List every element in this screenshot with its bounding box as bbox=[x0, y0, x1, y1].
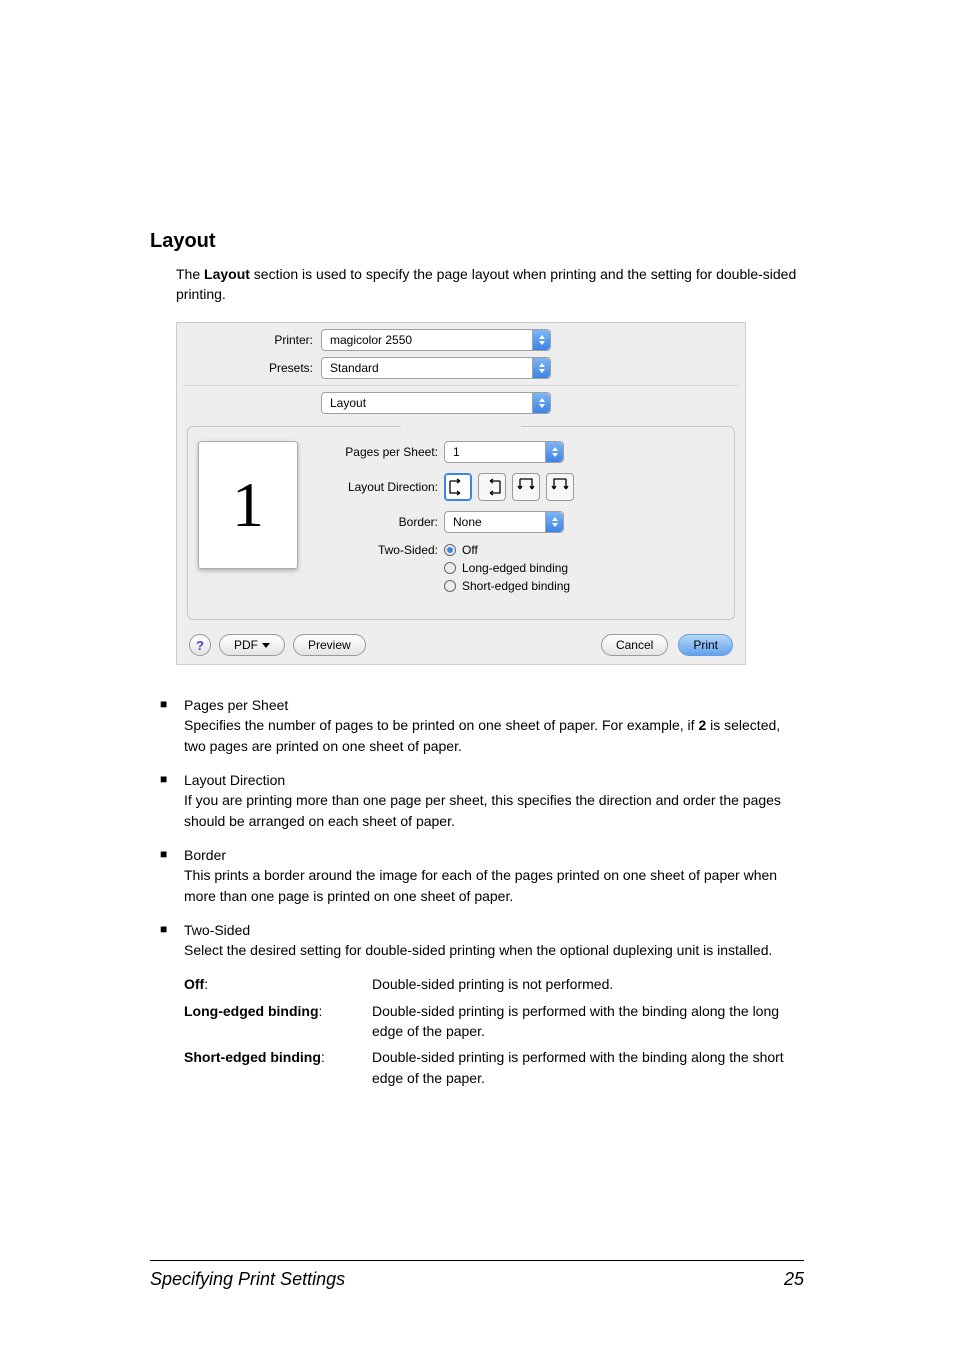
option-row-short: Short-edged binding: Double-sided printi… bbox=[184, 1047, 804, 1088]
bullet-layout-direction: Layout Direction If you are printing mor… bbox=[160, 770, 804, 831]
intro-paragraph: The Layout section is used to specify th… bbox=[176, 265, 804, 304]
bullet-pages-per-sheet: Pages per Sheet Specifies the number of … bbox=[160, 695, 804, 756]
cancel-button[interactable]: Cancel bbox=[601, 634, 668, 656]
option-key-suffix: : bbox=[204, 976, 208, 992]
document-page: Layout The Layout section is used to spe… bbox=[0, 0, 954, 1350]
bullet-title: Border bbox=[184, 845, 804, 865]
option-row-long: Long-edged binding: Double-sided printin… bbox=[184, 1001, 804, 1042]
chevron-updown-icon bbox=[532, 330, 550, 350]
border-select[interactable]: None bbox=[444, 511, 564, 533]
option-key: Short-edged binding bbox=[184, 1049, 321, 1065]
bullet-border: Border This prints a border around the i… bbox=[160, 845, 804, 906]
option-key: Long-edged binding bbox=[184, 1003, 319, 1019]
pdf-dropdown-button[interactable]: PDF bbox=[219, 634, 285, 656]
intro-pre: The bbox=[176, 266, 204, 282]
radio-unselected-icon bbox=[444, 562, 456, 574]
chevron-down-icon bbox=[262, 643, 270, 648]
option-row-off: Off: Double-sided printing is not perfor… bbox=[184, 974, 804, 994]
print-dialog: Printer: magicolor 2550 Presets: Standar… bbox=[176, 322, 746, 665]
preview-button[interactable]: Preview bbox=[293, 634, 366, 656]
presets-select[interactable]: Standard bbox=[321, 357, 551, 379]
bullet-body: If you are printing more than one page p… bbox=[184, 790, 804, 831]
option-value: Double-sided printing is performed with … bbox=[372, 1001, 804, 1042]
presets-select-value: Standard bbox=[330, 361, 379, 375]
radio-unselected-icon bbox=[444, 580, 456, 592]
bullet-title: Layout Direction bbox=[184, 770, 804, 790]
two-sided-long-label: Long-edged binding bbox=[462, 561, 568, 575]
footer-title: Specifying Print Settings bbox=[150, 1269, 345, 1290]
two-sided-short-label: Short-edged binding bbox=[462, 579, 570, 593]
two-sided-short-radio[interactable]: Short-edged binding bbox=[444, 579, 570, 593]
feature-bullet-list: Pages per Sheet Specifies the number of … bbox=[160, 695, 804, 960]
section-select-value: Layout bbox=[330, 396, 366, 410]
bullet-body: Select the desired setting for double-si… bbox=[184, 940, 804, 960]
option-key-suffix: : bbox=[319, 1003, 323, 1019]
intro-bold: Layout bbox=[204, 266, 250, 282]
two-sided-label: Two-Sided: bbox=[308, 543, 438, 557]
two-sided-radiogroup: Off Long-edged binding Short-edged bindi… bbox=[444, 543, 570, 593]
printer-select[interactable]: magicolor 2550 bbox=[321, 329, 551, 351]
help-button[interactable]: ? bbox=[189, 634, 211, 656]
chevron-updown-icon bbox=[545, 512, 563, 532]
two-sided-options-table: Off: Double-sided printing is not perfor… bbox=[184, 974, 804, 1087]
option-value: Double-sided printing is not performed. bbox=[372, 974, 804, 994]
page-preview-number: 1 bbox=[232, 468, 264, 542]
intro-post: section is used to specify the page layo… bbox=[176, 266, 796, 302]
border-select-value: None bbox=[453, 515, 482, 529]
layout-direction-tb-rl-icon[interactable] bbox=[546, 473, 574, 501]
presets-label: Presets: bbox=[183, 361, 313, 375]
pages-per-sheet-value: 1 bbox=[453, 445, 460, 459]
chevron-updown-icon bbox=[532, 393, 550, 413]
border-label: Border: bbox=[308, 515, 438, 529]
bullet-body: This prints a border around the image fo… bbox=[184, 865, 804, 906]
page-preview: 1 bbox=[198, 441, 298, 569]
bullet-title: Pages per Sheet bbox=[184, 695, 804, 715]
layout-direction-lr-tb-icon[interactable] bbox=[444, 473, 472, 501]
pages-per-sheet-label: Pages per Sheet: bbox=[308, 445, 438, 459]
pages-per-sheet-select[interactable]: 1 bbox=[444, 441, 564, 463]
bullet-body: Specifies the number of pages to be prin… bbox=[184, 715, 804, 756]
option-key: Off bbox=[184, 976, 204, 992]
section-heading: Layout bbox=[150, 230, 804, 253]
two-sided-long-radio[interactable]: Long-edged binding bbox=[444, 561, 570, 575]
question-mark-icon: ? bbox=[196, 638, 204, 653]
two-sided-off-radio[interactable]: Off bbox=[444, 543, 570, 557]
cancel-button-label: Cancel bbox=[616, 638, 653, 652]
option-value: Double-sided printing is performed with … bbox=[372, 1047, 804, 1088]
printer-select-value: magicolor 2550 bbox=[330, 333, 412, 347]
divider bbox=[183, 385, 739, 386]
two-sided-off-label: Off bbox=[462, 543, 478, 557]
chevron-updown-icon bbox=[545, 442, 563, 462]
option-key-suffix: : bbox=[321, 1049, 325, 1065]
footer-page-number: 25 bbox=[784, 1269, 804, 1290]
pdf-button-label: PDF bbox=[234, 638, 258, 652]
bullet-two-sided: Two-Sided Select the desired setting for… bbox=[160, 920, 804, 961]
print-button[interactable]: Print bbox=[678, 634, 733, 656]
printer-label: Printer: bbox=[183, 333, 313, 347]
section-select[interactable]: Layout bbox=[321, 392, 551, 414]
chevron-updown-icon bbox=[532, 358, 550, 378]
preview-button-label: Preview bbox=[308, 638, 351, 652]
page-footer: Specifying Print Settings 25 bbox=[150, 1260, 804, 1290]
print-button-label: Print bbox=[693, 638, 718, 652]
radio-selected-icon bbox=[444, 544, 456, 556]
bullet-body-pre: Specifies the number of pages to be prin… bbox=[184, 717, 698, 733]
layout-direction-rl-tb-icon[interactable] bbox=[478, 473, 506, 501]
layout-group: 1 Pages per Sheet: 1 bbox=[187, 426, 735, 620]
bullet-title: Two-Sided bbox=[184, 920, 804, 940]
layout-direction-tb-lr-icon[interactable] bbox=[512, 473, 540, 501]
layout-direction-label: Layout Direction: bbox=[308, 480, 438, 494]
